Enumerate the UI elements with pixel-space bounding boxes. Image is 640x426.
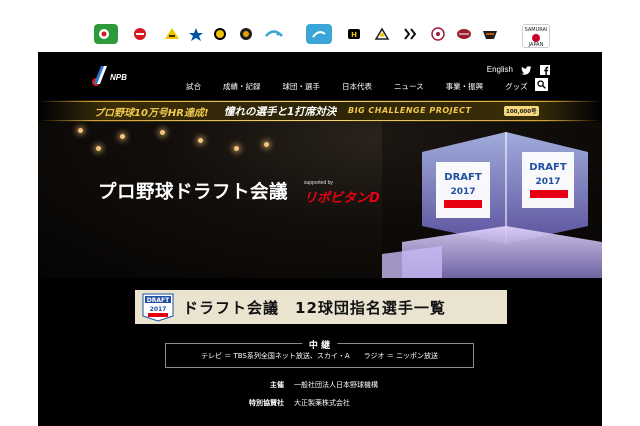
sponsor-value: 大正製薬株式会社 — [294, 399, 350, 407]
buffaloes-icon — [457, 29, 471, 39]
twitter-icon[interactable] — [521, 60, 532, 79]
search-button[interactable] — [535, 78, 548, 91]
stage-light — [160, 130, 165, 135]
team-logo-6[interactable] — [234, 24, 258, 44]
eagles-icon — [431, 27, 445, 41]
organizer-label: 主催 — [270, 381, 284, 389]
stage-light — [264, 142, 269, 147]
sponsor-label: 特別協賛社 — [249, 399, 284, 407]
team-logo-7[interactable] — [262, 24, 286, 44]
team-logo-11[interactable] — [398, 24, 422, 44]
hero-sponsor-logo: リポビタンD — [304, 191, 380, 206]
broadcast-info: テレビ ＝ TBS系列全国ネット放送、スカイ・A ラジオ ＝ ニッポン放送 — [201, 352, 438, 360]
draft-logo-year: 2017 — [150, 306, 167, 313]
team-logo-9[interactable]: H — [342, 24, 366, 44]
main-nav: 試合 成績・記録 球団・選手 日本代表 ニュース 事業・振興 グッズ — [186, 81, 550, 92]
npb-logo[interactable]: NPB — [88, 62, 128, 88]
svg-text:H: H — [351, 31, 357, 39]
giants-icon — [214, 28, 226, 40]
samurai-line1: SAMURAI — [524, 27, 548, 33]
npb-logo-icon: NPB — [92, 66, 127, 86]
team-logo-12[interactable] — [426, 24, 450, 44]
trophy-label-right: DRAFT — [529, 162, 567, 173]
team-logo-2[interactable] — [128, 24, 152, 44]
banner-text-1: プロ野球10万号HR達成! — [94, 108, 209, 119]
npb-logo-text: NPB — [110, 73, 127, 82]
carp2-icon — [134, 28, 146, 40]
banner-gold-line-bottom — [38, 120, 602, 121]
nav-item-goods[interactable]: グッズ — [505, 81, 528, 92]
nav-item-business[interactable]: 事業・振興 — [446, 81, 484, 92]
dragons-icon — [265, 30, 283, 37]
japan-flag-icon — [532, 34, 540, 42]
tigers-icon — [165, 28, 179, 39]
draft-list-title: ドラフト会議 12球団指名選手一覧 — [183, 299, 446, 317]
stage-light — [96, 146, 101, 151]
nav-item-stats[interactable]: 成績・記録 — [223, 81, 261, 92]
promo-banner[interactable]: プロ野球10万号HR達成! 憧れの選手と1打席対決 BIG CHALLENGE … — [38, 100, 602, 122]
samurai-japan-logo[interactable]: SAMURAI JAPAN — [522, 24, 550, 48]
hawks-icon — [312, 31, 326, 38]
team-logo-10[interactable] — [370, 24, 394, 44]
draft-logo-top: DRAFT — [147, 297, 170, 304]
team-logo-bar: H SAMURAI JAPAN — [0, 0, 640, 52]
stage-light — [78, 128, 83, 133]
hero-title: プロ野球ドラフト会議 — [98, 182, 289, 203]
trophy-year-left: 2017 — [450, 187, 475, 197]
broadcast-label: 中 継 — [301, 338, 338, 351]
banner-text-2: 憧れの選手と1打席対決 — [224, 106, 337, 118]
header: NPB English 試合 成績・記録 球団・選手 日本代表 ニュース 事業・… — [38, 52, 602, 98]
swallows-icon — [240, 28, 252, 40]
organizer-value: 一般社団法人日本野球機構 — [294, 381, 378, 389]
team-logo-8[interactable] — [306, 24, 332, 44]
facebook-icon[interactable] — [540, 60, 550, 79]
samurai-line2: JAPAN — [528, 42, 544, 48]
trophy-illustration: DRAFT 2017 DRAFT 2017 — [382, 122, 602, 278]
team-logo-1[interactable] — [94, 24, 118, 44]
trophy-label-left: DRAFT — [444, 172, 482, 183]
nav-item-games[interactable]: 試合 — [186, 81, 201, 92]
baystars-icon — [189, 28, 203, 41]
giants2-icon — [483, 31, 497, 39]
lions-icon — [404, 28, 417, 40]
marines-icon — [374, 27, 390, 40]
site-container: NPB English 試合 成績・記録 球団・選手 日本代表 ニュース 事業・… — [38, 52, 602, 426]
nav-item-teams[interactable]: 球団・選手 — [283, 81, 321, 92]
draft-list-heading[interactable]: DRAFT 2017 ドラフト会議 12球団指名選手一覧 — [135, 290, 507, 324]
english-link[interactable]: English — [487, 65, 513, 74]
carp-icon — [99, 29, 109, 39]
team-logo-3[interactable] — [160, 24, 184, 44]
stage-light — [120, 134, 125, 139]
top-links: English — [487, 60, 550, 79]
draft-2017-logo: DRAFT 2017 — [142, 293, 174, 322]
team-logo-14[interactable] — [478, 24, 502, 44]
hero-section: プロ野球ドラフト会議 supported by リポビタンD DRAFT 201… — [38, 122, 602, 278]
team-logo-5[interactable] — [208, 24, 232, 44]
trophy-year-right: 2017 — [535, 177, 560, 187]
fighters-icon: H — [348, 29, 360, 39]
team-logo-13[interactable] — [452, 24, 476, 44]
stage-light — [198, 138, 203, 143]
nav-item-news[interactable]: ニュース — [394, 81, 424, 92]
team-logo-4[interactable] — [184, 24, 208, 44]
hero-sponsor-caption: supported by — [304, 180, 333, 186]
banner-gold-line-top — [38, 101, 602, 102]
banner-text-3: BIG CHALLENGE PROJECT — [348, 106, 472, 115]
broadcast-box: 中 継 テレビ ＝ TBS系列全国ネット放送、スカイ・A ラジオ ＝ ニッポン放… — [165, 338, 474, 368]
stage-light — [234, 146, 239, 151]
search-icon — [537, 80, 546, 89]
trophy-stage: DRAFT 2017 DRAFT 2017 — [382, 122, 602, 278]
nav-item-japan[interactable]: 日本代表 — [342, 81, 372, 92]
banner-badge: 100,000号 — [504, 106, 539, 116]
